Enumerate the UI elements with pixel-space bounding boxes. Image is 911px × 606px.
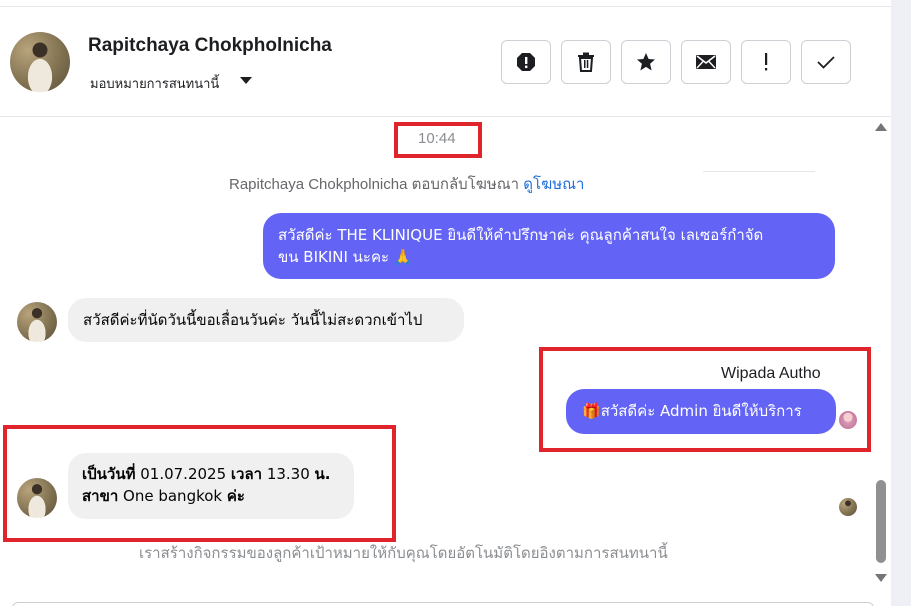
right-edge-panel: [891, 0, 911, 606]
delete-button[interactable]: [561, 40, 611, 84]
view-ad-link[interactable]: ดูโฆษณา: [523, 176, 584, 193]
gift-icon: 🎁: [582, 402, 601, 420]
trash-icon: [578, 52, 594, 72]
ad-reply-text: Rapitchaya Chokpholnicha ตอบกลับโฆษณา: [229, 176, 524, 193]
lead-activity-note: เราสร้างกิจกรรมของลูกค้าเป้าหมายให้กับคุ…: [139, 544, 668, 562]
scroll-up-arrow-icon[interactable]: [875, 123, 887, 131]
message-text: สวัสดีค่ะที่นัดวันนี้ขอเลื่อนวันค่ะ วันน…: [83, 311, 423, 329]
check-icon: [817, 56, 835, 69]
outgoing-message[interactable]: สวัสดีค่ะ THE KLINIQUE ยินดีให้คำปรึกษาค…: [263, 213, 835, 279]
scroll-down-arrow-icon[interactable]: [875, 574, 887, 582]
scrollbar-thumb[interactable]: [876, 480, 886, 563]
incoming-message[interactable]: เป็นวันที่ 01.07.2025 เวลา 13.30 น. สาขา…: [68, 453, 354, 519]
message-composer[interactable]: [12, 602, 874, 606]
mark-done-button[interactable]: [801, 40, 851, 84]
envelope-icon: [696, 55, 716, 69]
conversation-header: Rapitchaya Chokpholnicha มอบหมายการสนทนา…: [0, 7, 891, 117]
message-text-line: เป็นวันที่ 01.07.2025 เวลา 13.30 น.: [82, 465, 331, 483]
divider: [703, 171, 815, 172]
assign-conversation-label[interactable]: มอบหมายการสนทนานี้: [90, 73, 219, 94]
contact-avatar[interactable]: [10, 32, 70, 92]
sender-name: Wipada Autho: [721, 365, 821, 382]
star-button[interactable]: [621, 40, 671, 84]
exclamation-icon: [765, 53, 768, 71]
message-text-line: สวัสดีค่ะ THE KLINIQUE ยินดีให้คำปรึกษาค…: [278, 226, 764, 244]
follow-up-button[interactable]: [741, 40, 791, 84]
outgoing-message[interactable]: 🎁สวัสดีค่ะ Admin ยินดีให้บริการ: [566, 389, 836, 434]
alert-circle-icon: [517, 53, 535, 71]
incoming-message[interactable]: สวัสดีค่ะที่นัดวันนี้ขอเลื่อนวันค่ะ วันน…: [68, 298, 464, 342]
ad-reply-note: Rapitchaya Chokpholnicha ตอบกลับโฆษณา ดู…: [229, 172, 584, 196]
message-text-line: ขน BIKINI นะคะ 🙏: [278, 248, 413, 266]
contact-avatar-small: [17, 302, 57, 342]
seen-avatar: [839, 498, 857, 516]
contact-avatar-small: [17, 478, 57, 518]
spam-button[interactable]: [501, 40, 551, 84]
seen-avatar: [839, 411, 857, 429]
star-icon: [637, 53, 655, 71]
chevron-down-icon[interactable]: [240, 77, 252, 84]
highlight-box-timestamp: [394, 122, 482, 158]
contact-name[interactable]: Rapitchaya Chokpholnicha: [88, 35, 332, 57]
mark-unread-button[interactable]: [681, 40, 731, 84]
message-text: สวัสดีค่ะ Admin ยินดีให้บริการ: [600, 402, 802, 420]
message-text-line: สาขา One bangkok ค่ะ: [82, 487, 245, 505]
